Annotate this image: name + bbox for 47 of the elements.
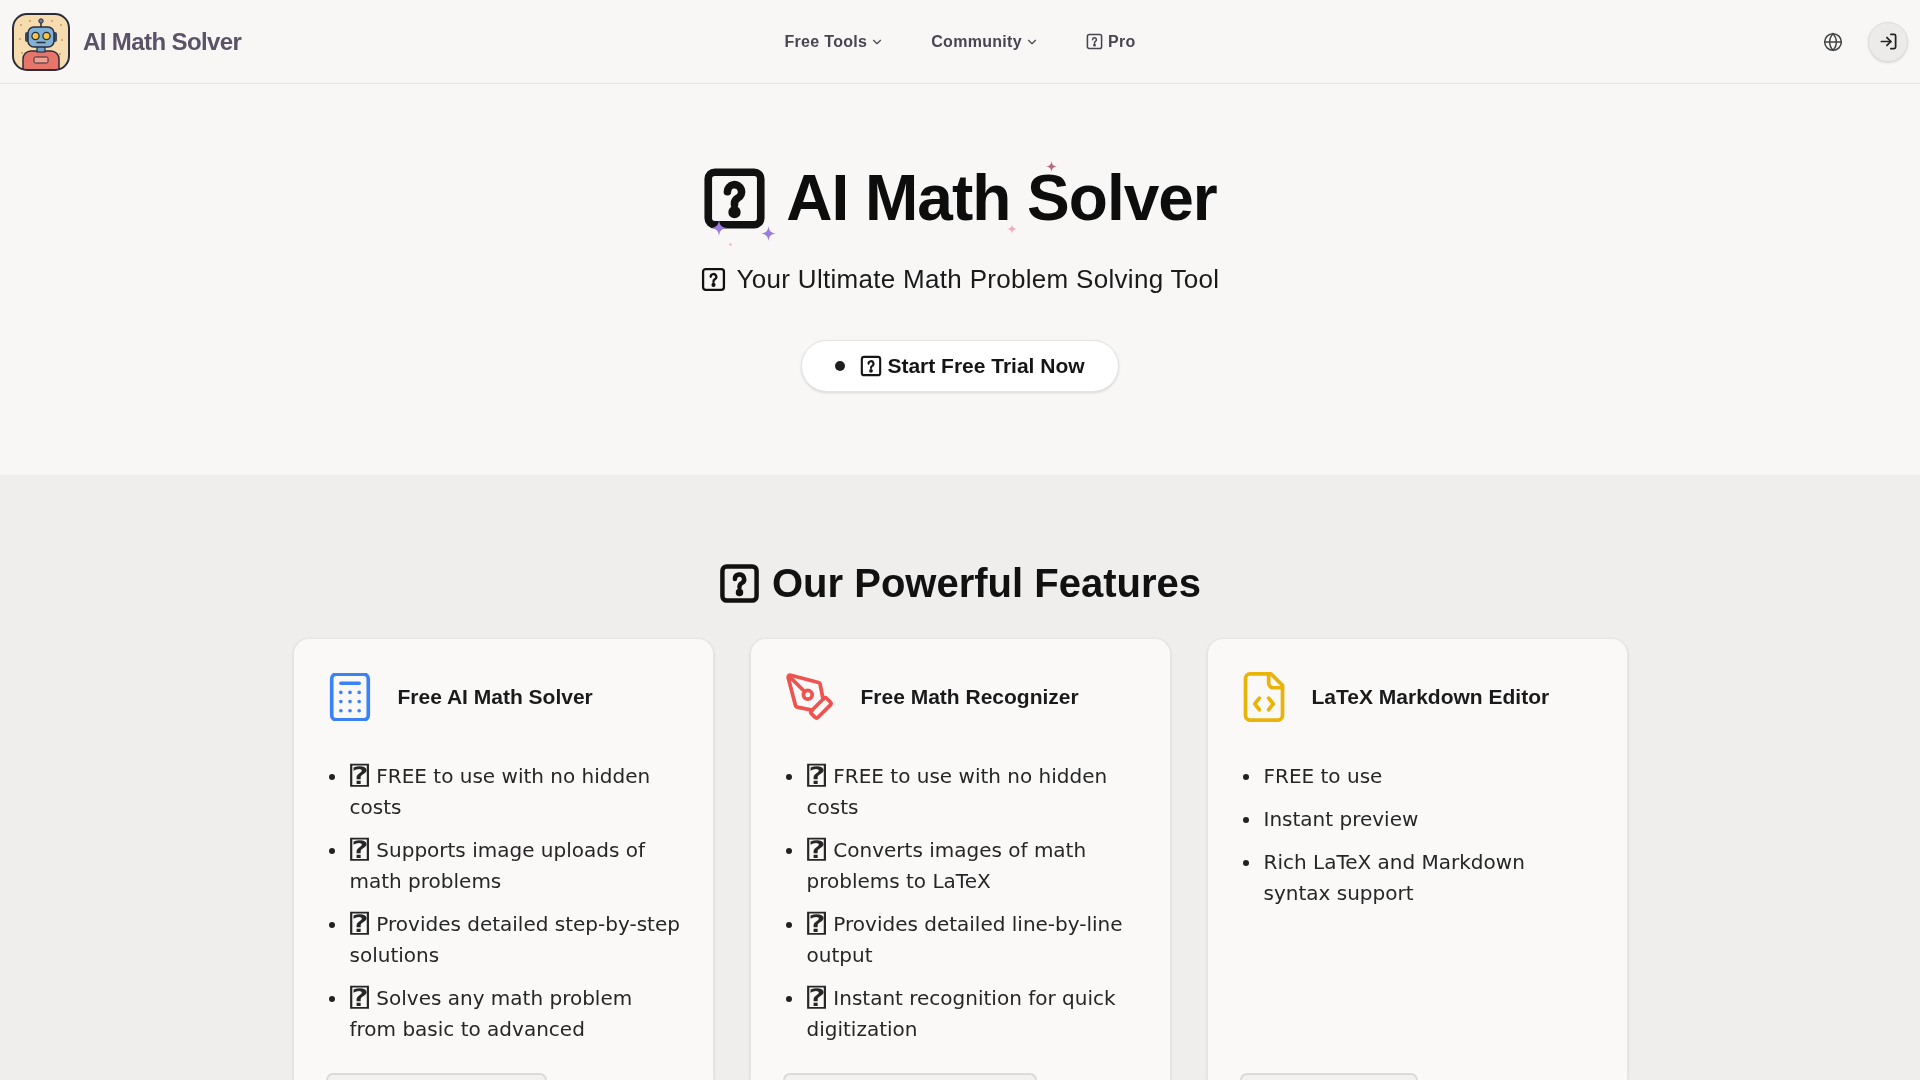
sparkle-icon — [728, 242, 734, 247]
feature-text: ⍰ Supports image uploads of math problems — [349, 838, 645, 893]
feature-text: ⍰ Provides detailed line-by-line output — [806, 912, 1123, 967]
start-trial-button[interactable]: Start Free Trial Now — [801, 340, 1119, 392]
hero-title: AI Math Solver — [786, 174, 1217, 222]
feature-text: ⍰ FREE to use with no hidden costs — [806, 764, 1108, 819]
question-box-icon — [719, 562, 760, 604]
sparkle-icon — [711, 220, 728, 236]
bullet-icon — [328, 996, 335, 1002]
bullet-icon — [328, 848, 335, 854]
logo-text[interactable]: AI Math Solver — [83, 23, 242, 60]
feature-text: ⍰ Instant recognition for quick digitization — [806, 986, 1116, 1041]
feature-text: ⍰ FREE to use with no hidden costs — [349, 764, 651, 819]
bullet-icon — [1242, 817, 1249, 823]
feature-text: ⍰ Converts images of math problems to LaTeX — [806, 838, 1087, 893]
nav-dropdown[interactable]: Community — [931, 29, 1039, 54]
hero-subtitle: Your Ultimate Math Problem Solving Tool — [736, 263, 1220, 295]
bullet-icon — [328, 774, 335, 780]
features-heading: Our Powerful Features — [772, 560, 1201, 607]
bullet-icon — [1242, 774, 1249, 780]
globe-icon[interactable] — [1823, 31, 1843, 52]
feature-text: FREE to use — [1263, 764, 1383, 788]
robot-logo-icon[interactable] — [12, 12, 70, 71]
question-box-icon — [700, 266, 726, 292]
card-title: LaTeX Markdown Editor — [1311, 684, 1550, 711]
feature-text: Rich LaTeX and Markdown syntax support — [1263, 850, 1525, 905]
bullet-icon — [785, 922, 792, 928]
feature-text: ⍰ Solves any math problem from basic to advanced — [349, 986, 633, 1041]
question-box-icon — [703, 166, 767, 230]
sparkle-icon — [1007, 224, 1018, 234]
sparkle-icon — [1046, 161, 1058, 172]
feature-text: Instant preview — [1263, 807, 1419, 831]
question-box-icon — [1085, 33, 1103, 50]
card-title: Free Math Recognizer — [860, 684, 1079, 711]
feature-text: ⍰ Provides detailed step-by-step solutions — [349, 912, 680, 967]
sign-in-icon — [1878, 32, 1898, 51]
sign-in-button[interactable] — [1868, 21, 1908, 62]
nav-dropdown[interactable]: Free Tools — [784, 29, 885, 54]
bullet-icon — [328, 922, 335, 928]
question-box-icon — [860, 355, 883, 377]
nav-link[interactable]: Pro — [1085, 29, 1136, 54]
bullet-icon — [785, 848, 792, 854]
sparkle-icon — [761, 226, 777, 241]
bullet-icon — [785, 774, 792, 780]
card-title: Free AI Math Solver — [397, 684, 593, 711]
bullet-icon — [1242, 860, 1249, 866]
bullet-icon — [785, 996, 792, 1002]
